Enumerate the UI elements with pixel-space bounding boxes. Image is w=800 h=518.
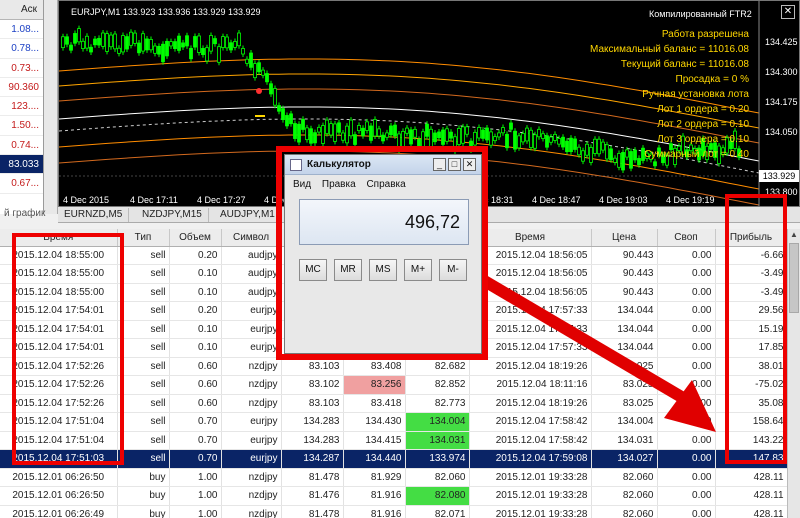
mc-button[interactable]: MC xyxy=(299,259,327,281)
m-minus-button[interactable]: M- xyxy=(439,259,467,281)
ms-button[interactable]: MS xyxy=(369,259,397,281)
terminal-window: Аск 1.08... 0.78... 0.73... 90.360 123.... 1.… xyxy=(0,0,800,518)
calculator-menu: Вид Правка Справка xyxy=(285,177,481,193)
close-icon[interactable]: ✕ xyxy=(463,158,476,171)
calculator-titlebar[interactable]: Калькулятор _ □ ✕ xyxy=(285,155,481,175)
calculator-window[interactable]: Калькулятор _ □ ✕ Вид Правка Справка 496… xyxy=(284,154,482,354)
calculator-display: 496,72 xyxy=(299,199,469,245)
minimize-icon[interactable]: _ xyxy=(433,158,446,171)
menu-view[interactable]: Вид xyxy=(293,177,311,193)
mr-button[interactable]: MR xyxy=(334,259,362,281)
calculator-title: Калькулятор xyxy=(307,159,371,170)
menu-help[interactable]: Справка xyxy=(366,177,405,193)
calculator-icon xyxy=(290,159,302,171)
display-value: 496,72 xyxy=(404,212,460,232)
menu-edit[interactable]: Правка xyxy=(322,177,356,193)
maximize-icon[interactable]: □ xyxy=(448,158,461,171)
m-plus-button[interactable]: M+ xyxy=(404,259,432,281)
